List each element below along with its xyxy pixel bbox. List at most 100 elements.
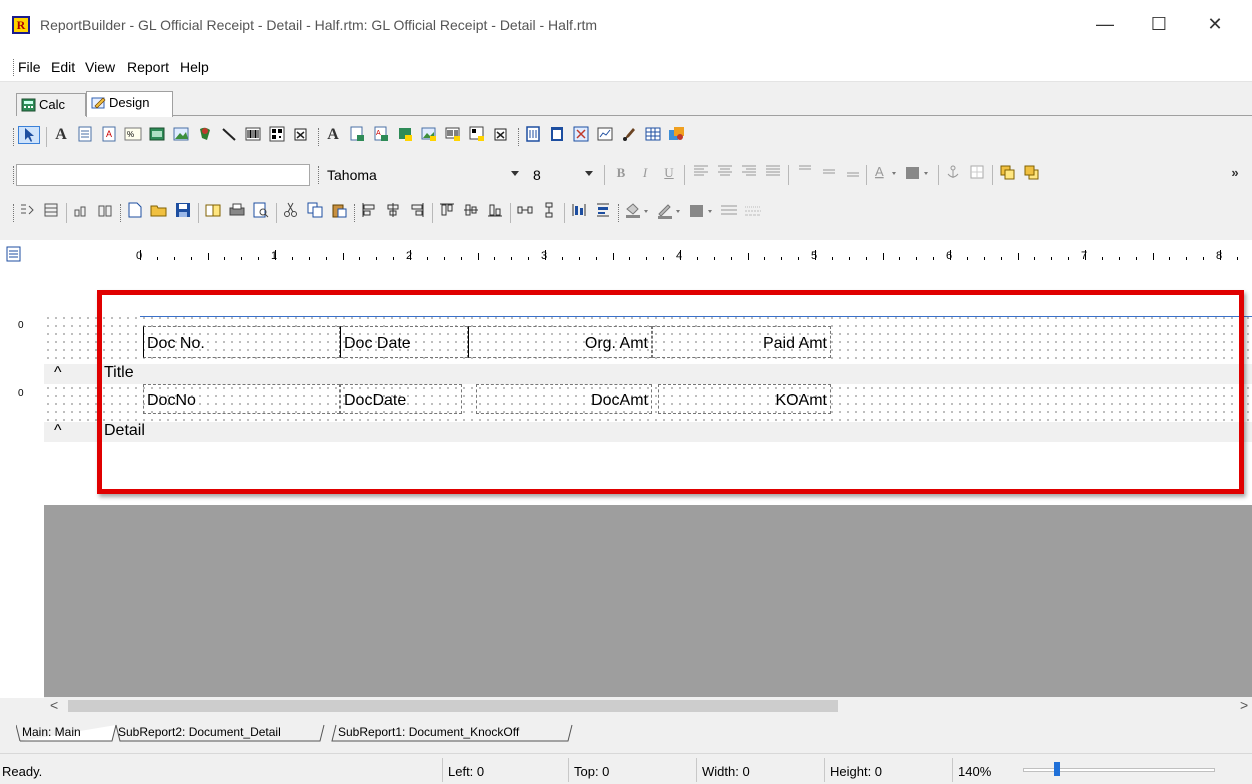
save-icon[interactable]: [174, 202, 192, 220]
menu-report[interactable]: Report: [127, 59, 169, 75]
open-folder-icon[interactable]: [150, 202, 168, 220]
dbcalc-tool-icon[interactable]: [396, 126, 414, 144]
menu-edit[interactable]: Edit: [51, 59, 75, 75]
justify-icon[interactable]: [764, 164, 782, 182]
tab-calc[interactable]: Calc: [16, 93, 86, 116]
tab-subreport2-document-detail[interactable]: SubReport2: Document_Detail: [118, 725, 281, 739]
zoom-slider-thumb[interactable]: [1054, 762, 1060, 776]
tab-subreport1-document-knockoff[interactable]: SubReport1: Document_KnockOff: [338, 725, 519, 739]
2d-barcode-tool-icon[interactable]: [268, 126, 286, 144]
crosstab-tool-icon[interactable]: [572, 126, 590, 144]
print-preview-icon[interactable]: [252, 202, 270, 220]
align-left-icon[interactable]: [692, 164, 710, 182]
page-setup-icon[interactable]: [204, 202, 222, 220]
same-width-icon[interactable]: [570, 202, 588, 220]
line-thickness-icon[interactable]: [720, 202, 738, 220]
dbbarcode-tool-icon[interactable]: [444, 126, 462, 144]
align-bottoms-icon[interactable]: [486, 202, 504, 220]
scroll-left-icon[interactable]: <: [50, 697, 58, 713]
region-tool-icon[interactable]: [524, 126, 542, 144]
paintbrush-tool-icon[interactable]: [620, 126, 638, 144]
line-style-icon[interactable]: [744, 202, 762, 220]
toolbar-grip[interactable]: [518, 128, 521, 146]
anchor-icon[interactable]: [944, 164, 962, 182]
dbrichtext-tool-icon[interactable]: A: [372, 126, 390, 144]
align-rights-icon[interactable]: [408, 202, 426, 220]
subreport-tool-icon[interactable]: [548, 126, 566, 144]
toolbar-overflow-button[interactable]: »: [1226, 164, 1244, 182]
bring-to-front-icon[interactable]: [998, 164, 1016, 182]
maximize-button[interactable]: ☐: [1136, 8, 1182, 40]
dbcheckbox-tool-icon[interactable]: [492, 126, 510, 144]
dbimage-tool-icon[interactable]: [420, 126, 438, 144]
same-height-icon[interactable]: [594, 202, 612, 220]
font-name-select[interactable]: Tahoma: [322, 164, 524, 186]
align-center-icon[interactable]: [716, 164, 734, 182]
grid-snap-icon[interactable]: [42, 202, 60, 220]
dbmemo-tool-icon[interactable]: [348, 126, 366, 144]
paste-icon[interactable]: [330, 202, 348, 220]
toolbar-grip[interactable]: [13, 204, 16, 222]
component-name-field[interactable]: [16, 164, 310, 186]
close-button[interactable]: ✕: [1192, 8, 1238, 40]
italic-icon[interactable]: I: [636, 164, 654, 182]
align-to-grid-icon[interactable]: [96, 202, 114, 220]
system-variable-tool-icon[interactable]: %: [124, 126, 142, 144]
toolbar-grip[interactable]: [120, 204, 123, 222]
line-tool-icon[interactable]: [220, 126, 238, 144]
line-color-icon[interactable]: [656, 202, 684, 220]
align-middles-icon[interactable]: [462, 202, 480, 220]
copy-icon[interactable]: [306, 202, 324, 220]
align-right-icon[interactable]: [740, 164, 758, 182]
align-centers-icon[interactable]: [384, 202, 402, 220]
toolbar-grip[interactable]: [618, 204, 621, 222]
menu-help[interactable]: Help: [180, 59, 209, 75]
valign-middle-icon[interactable]: [820, 164, 838, 182]
size-to-grid-icon[interactable]: [72, 202, 90, 220]
font-size-select[interactable]: 8: [528, 164, 598, 186]
font-color-icon[interactable]: A: [872, 164, 900, 182]
align-lefts-icon[interactable]: [360, 202, 378, 220]
tab-order-icon[interactable]: [18, 202, 36, 220]
print-icon[interactable]: [228, 202, 246, 220]
db2dbarcode-tool-icon[interactable]: [468, 126, 486, 144]
tab-main-main[interactable]: Main: Main: [22, 725, 81, 739]
send-to-back-icon[interactable]: [1022, 164, 1040, 182]
richtext-tool-icon[interactable]: A: [100, 126, 118, 144]
align-tops-icon[interactable]: [438, 202, 456, 220]
cut-icon[interactable]: [282, 202, 300, 220]
memo-tool-icon[interactable]: [76, 126, 94, 144]
checkbox-tool-icon[interactable]: [292, 126, 310, 144]
select-arrow-icon[interactable]: [18, 126, 40, 144]
dbtext-tool-icon[interactable]: A: [324, 126, 342, 144]
valign-bottom-icon[interactable]: [844, 164, 862, 182]
horizontal-scrollbar[interactable]: < >: [44, 697, 1252, 715]
zoom-slider-track[interactable]: [1023, 768, 1215, 772]
label-tool-icon[interactable]: A: [52, 126, 70, 144]
image-tool-icon[interactable]: [172, 126, 190, 144]
space-horizontally-icon[interactable]: [516, 202, 534, 220]
tab-design[interactable]: Design: [86, 91, 173, 117]
scroll-right-icon[interactable]: >: [1240, 697, 1248, 713]
valign-top-icon[interactable]: [796, 164, 814, 182]
minimize-button[interactable]: —: [1082, 8, 1128, 40]
highlight-color-icon[interactable]: [688, 202, 716, 220]
bold-icon[interactable]: B: [612, 164, 630, 182]
menu-file[interactable]: File: [18, 59, 41, 75]
title-band-collapse-icon[interactable]: ^: [54, 364, 62, 382]
space-vertically-icon[interactable]: [540, 202, 558, 220]
scrollbar-thumb[interactable]: [68, 700, 838, 712]
map-tool-icon[interactable]: [668, 126, 686, 144]
toolbar-grip[interactable]: [354, 204, 357, 222]
toolbar-grip[interactable]: [318, 166, 321, 184]
toolbar-grip[interactable]: [13, 128, 16, 146]
barcode-tool-icon[interactable]: [244, 126, 262, 144]
underline-icon[interactable]: U: [660, 164, 678, 182]
fill-color-icon[interactable]: [904, 164, 932, 182]
toolbar-grip[interactable]: [318, 128, 321, 146]
menu-view[interactable]: View: [85, 59, 115, 75]
variable-tool-icon[interactable]: [148, 126, 166, 144]
chart-tool-icon[interactable]: [596, 126, 614, 144]
fill-bucket-icon[interactable]: [624, 202, 652, 220]
detail-band-collapse-icon[interactable]: ^: [54, 422, 62, 440]
